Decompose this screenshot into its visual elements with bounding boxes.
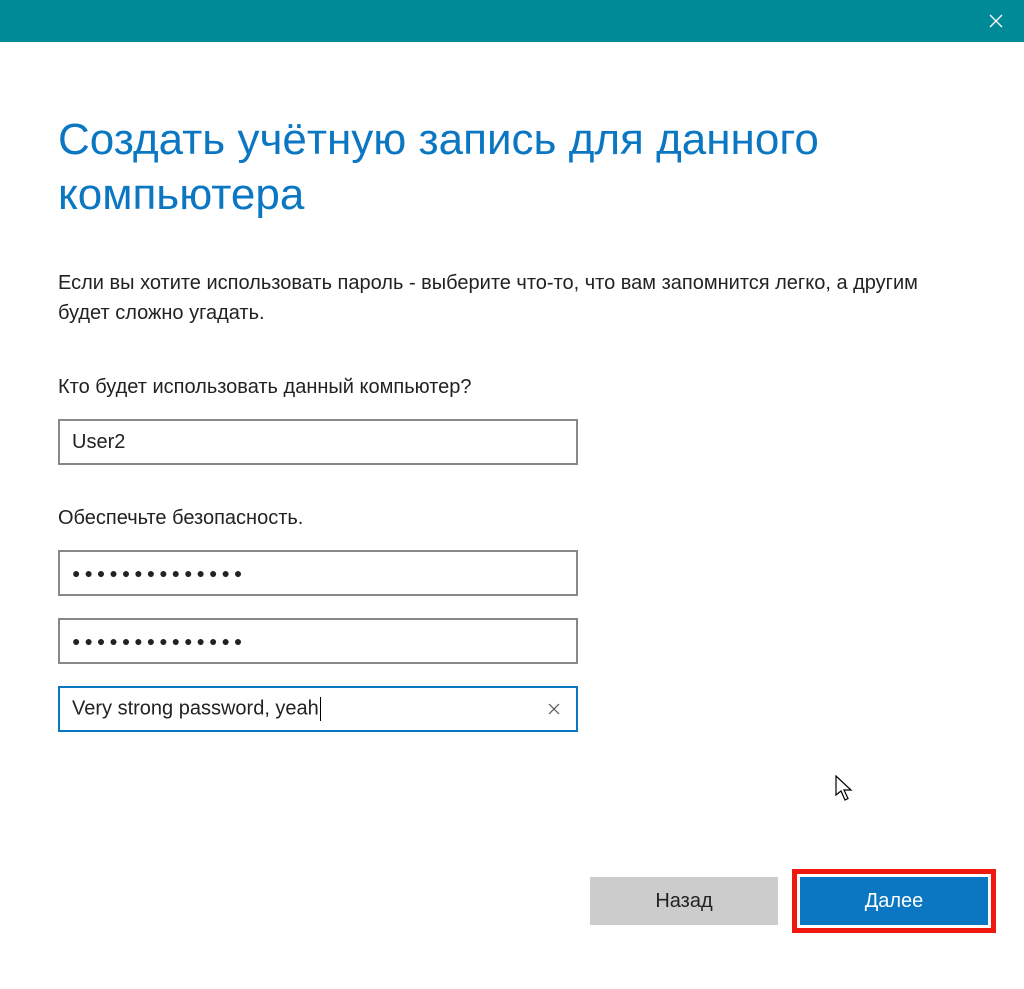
password-hint-value: Very strong password, yeah [72,697,544,721]
password-confirm-value: ●●●●●●●●●●●●●● [72,633,564,649]
page-description: Если вы хотите использовать пароль - выб… [58,268,966,328]
password-hint-input[interactable]: Very strong password, yeah [58,686,578,732]
password-confirm-input[interactable]: ●●●●●●●●●●●●●● [58,618,578,664]
next-button-highlight: Далее [792,869,996,933]
back-button[interactable]: Назад [590,877,778,925]
cursor-icon [835,775,855,803]
titlebar [0,0,1024,42]
clear-button[interactable] [544,699,564,719]
close-icon [547,702,561,716]
close-icon [989,14,1003,28]
password-value: ●●●●●●●●●●●●●● [72,565,564,581]
close-button[interactable] [968,0,1024,42]
dialog-content: Создать учётную запись для данного компь… [0,42,1024,732]
password-input[interactable]: ●●●●●●●●●●●●●● [58,550,578,596]
username-section-label: Кто будет использовать данный компьютер? [58,376,966,399]
text-caret [320,697,321,721]
security-section-label: Обеспечьте безопасность. [58,507,966,530]
button-row: Назад Далее [590,869,996,933]
page-title: Создать учётную запись для данного компь… [58,112,966,222]
next-button[interactable]: Далее [800,877,988,925]
username-input[interactable]: User2 [58,419,578,465]
username-value: User2 [72,431,564,454]
